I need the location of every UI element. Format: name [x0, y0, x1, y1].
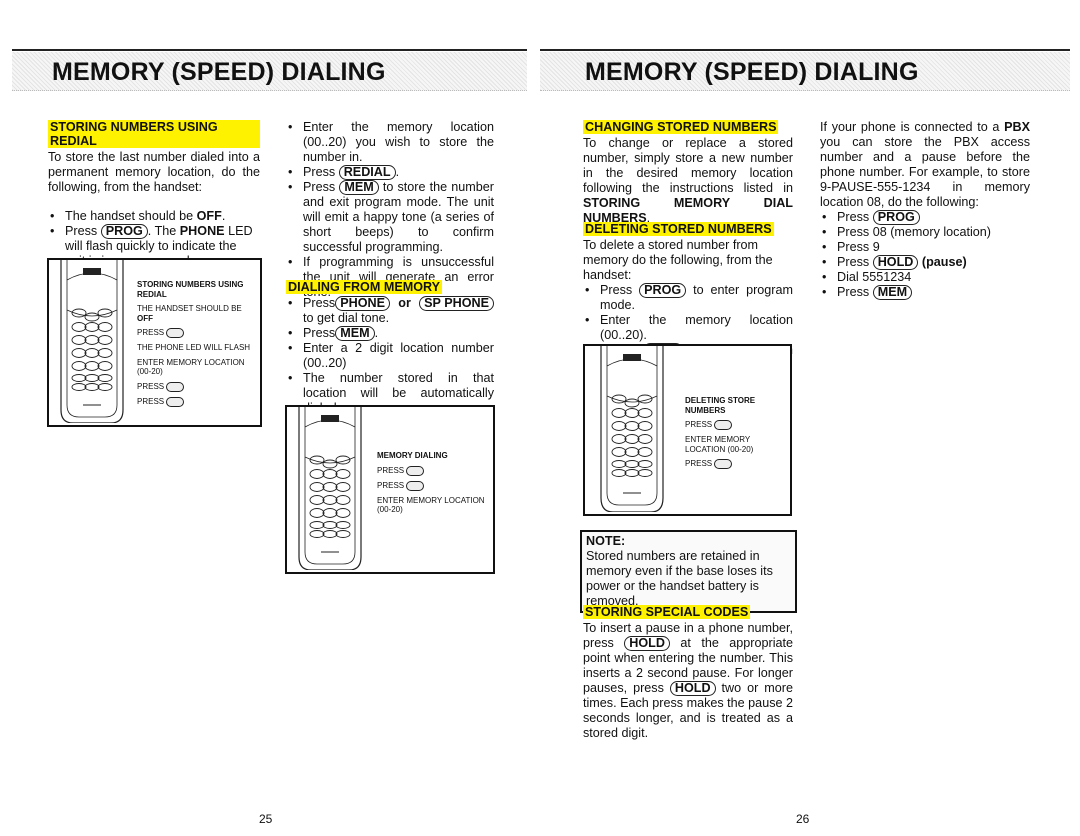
section-text: To insert a pause in a phone number, pre… — [583, 621, 793, 740]
note-text: Stored numbers are retained in memory ev… — [586, 549, 773, 608]
figure-memory-dialing: MEMORY DIALING PRESS PRESS ENTER MEMORY … — [285, 405, 495, 574]
note-box: NOTE: Stored numbers are retained in mem… — [580, 530, 797, 613]
mem-key: MEM — [339, 180, 379, 195]
section-changing: CHANGING STORED NUMBERS To change or rep… — [583, 120, 793, 226]
sp-phone-key: SP PHONE — [419, 296, 494, 311]
hold-key: HOLD — [624, 636, 670, 651]
section-storing-redial: STORING NUMBERS USING REDIAL To store th… — [48, 120, 260, 269]
prog-key: PROG — [872, 210, 920, 225]
steps-list: Press PROG Press 08 (memory location) Pr… — [820, 210, 1030, 300]
figure-storing-redial: STORING NUMBERS USING REDIAL THE HANDSET… — [47, 258, 262, 427]
list-item: The handset should be OFF. — [48, 209, 260, 224]
section-intro: To store the last number dialed into a p… — [48, 150, 260, 194]
list-item: Press MEM to store the number and exit p… — [286, 180, 494, 255]
list-item: Press REDIAL. — [286, 165, 494, 180]
section-pbx: If your phone is connected to a PBX you … — [820, 120, 1030, 300]
list-item: PressMEM. — [286, 326, 494, 341]
list-item: Enter the memory location (00..20) you w… — [286, 120, 494, 165]
section-text: If your phone is connected to a PBX you … — [820, 120, 1030, 209]
steps-list: PressPHONE or SP PHONE to get dial tone.… — [286, 296, 494, 416]
list-item: Enter the memory location (00..20). — [583, 313, 793, 343]
list-item: Press MEM — [820, 285, 1030, 300]
banner-rule-right — [540, 49, 1070, 51]
list-item: Press PROG to enter program mode. — [583, 283, 793, 313]
handset-illustration — [593, 346, 671, 512]
figure-caption: STORING NUMBERS USING REDIAL THE HANDSET… — [137, 280, 251, 407]
section-heading: DIALING FROM MEMORY — [286, 280, 443, 294]
page-number-right: 26 — [796, 812, 810, 826]
page-number-left: 25 — [259, 812, 273, 826]
handset-illustration — [291, 407, 369, 570]
figure-caption: MEMORY DIALING PRESS PRESS ENTER MEMORY … — [377, 451, 485, 514]
list-item: Press 08 (memory location) — [820, 225, 1030, 240]
page-title-right: MEMORY (SPEED) DIALING — [585, 58, 919, 86]
prog-key-icon — [166, 328, 185, 338]
section-dialing-memory: DIALING FROM MEMORY PressPHONE or SP PHO… — [286, 280, 494, 416]
section-text: To change or replace a stored number, si… — [583, 136, 793, 225]
section-storing-redial-cont: Enter the memory location (00..20) you w… — [286, 120, 494, 300]
prog-key-icon — [714, 420, 733, 430]
hold-key: HOLD — [669, 681, 716, 696]
section-heading: DELETING STORED NUMBERS — [583, 222, 774, 236]
banner-rule-left — [12, 49, 527, 51]
mem-key: MEM — [335, 326, 375, 341]
phone-icon — [298, 407, 362, 570]
section-intro: To delete a stored number from memory do… — [583, 238, 773, 282]
figure-deleting: DELETING STORE NUMBERS PRESS ENTER MEMOR… — [583, 344, 792, 516]
phone-key: PHONE — [335, 296, 390, 311]
list-item: PressPHONE or SP PHONE to get dial tone. — [286, 296, 494, 326]
note-label: NOTE: — [586, 534, 626, 548]
list-item: Enter a 2 digit location number (00..20) — [286, 341, 494, 371]
steps-list: Enter the memory location (00..20) you w… — [286, 120, 494, 300]
handset-illustration — [53, 260, 131, 423]
list-item: Dial 5551234 — [820, 270, 1030, 285]
phone-icon — [60, 260, 124, 423]
list-item: Press PROG — [820, 210, 1030, 225]
prog-key: PROG — [639, 283, 687, 298]
mem-key-icon — [714, 459, 733, 469]
mem-key: MEM — [872, 285, 913, 300]
figure-caption: DELETING STORE NUMBERS PRESS ENTER MEMOR… — [685, 396, 756, 469]
hold-key: HOLD — [872, 255, 919, 270]
phone-key-icon — [406, 465, 425, 476]
list-item: Press 9 — [820, 240, 1030, 255]
section-special-codes: STORING SPECIAL CODES To insert a pause … — [583, 605, 793, 741]
list-item: Press HOLD (pause) — [820, 255, 1030, 270]
section-heading: STORING NUMBERS USING REDIAL — [48, 120, 260, 148]
redial-key-icon — [166, 381, 185, 392]
redial-key: REDIAL — [338, 165, 396, 180]
section-heading: CHANGING STORED NUMBERS — [583, 120, 779, 134]
mem-key-icon — [406, 480, 425, 491]
phone-icon — [600, 346, 664, 512]
section-heading: STORING SPECIAL CODES — [583, 605, 751, 619]
prog-key: PROG — [100, 224, 148, 239]
page-title-left: MEMORY (SPEED) DIALING — [52, 58, 386, 86]
mem-key-icon — [166, 396, 185, 407]
